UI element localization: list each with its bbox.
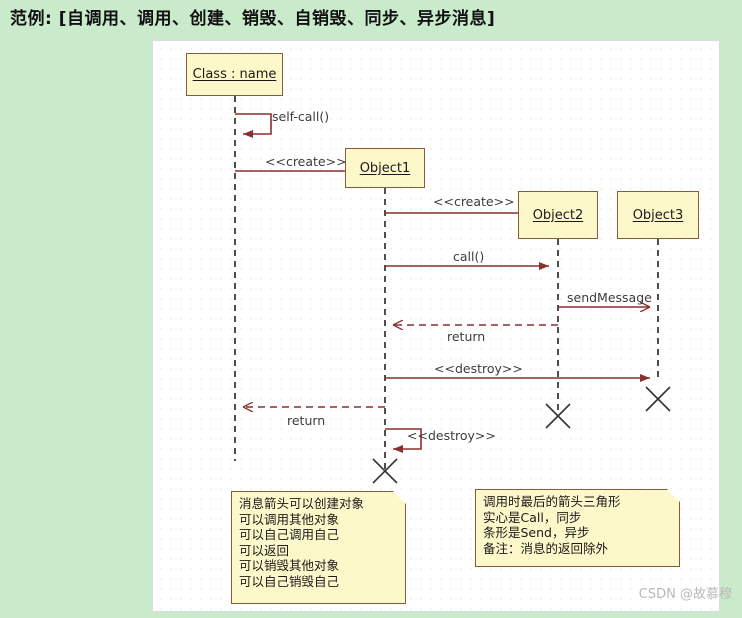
note-fold-icon-right (667, 489, 680, 502)
note-left-line-2: 可以调用其他对象 (239, 511, 340, 527)
message-label-self-destroy-object1: <<destroy>> (407, 428, 496, 443)
message-label-send-message: sendMessage (567, 290, 652, 305)
message-label-return-object2: return (447, 329, 486, 344)
note-right-line-4: 备注：消息的返回除外 (483, 540, 609, 556)
lifeline-label-class: Class : name (192, 67, 277, 82)
watermark: CSDN @故慕穆 (638, 587, 732, 602)
note-fold-icon-left (393, 491, 406, 504)
lifeline-label-object3: Object3 (632, 207, 684, 223)
message-label-create-object1: <<create>> (265, 154, 347, 169)
destruction-mark-object3 (645, 386, 671, 412)
message-label-create-object2: <<create>> (433, 194, 515, 209)
message-label-return-class: return (287, 413, 326, 428)
message-label-destroy-object3: <<destroy>> (434, 361, 523, 376)
lifeline-box-object1[interactable]: Object1 (345, 148, 425, 188)
message-label-self-call: self-call() (272, 109, 330, 124)
lifeline-label-object1: Object1 (359, 160, 411, 176)
note-right-line-1: 调用时最后的箭头三角形 (483, 494, 621, 509)
note-left-line-4: 可以返回 (239, 542, 290, 558)
page-title: 范例: [自调用、调用、创建、销毁、自销毁、同步、异步消息] (10, 9, 496, 29)
message-self-call (235, 113, 272, 138)
lifeline-box-object2[interactable]: Object2 (518, 191, 598, 239)
lifeline-label-object2: Object2 (532, 207, 584, 223)
diagram-canvas: Class : name Object1 Object2 Object3 sel… (152, 40, 720, 612)
note-left[interactable]: 消息箭头可以创建对象 可以调用其他对象 可以自己调用自己 可以返回 可以销毁其他… (231, 491, 406, 604)
destruction-mark-object1 (372, 458, 398, 484)
lifeline-box-object3[interactable]: Object3 (617, 191, 699, 239)
note-left-line-3: 可以自己调用自己 (239, 527, 340, 542)
message-label-call-object2: call() (453, 249, 485, 264)
note-right-line-3: 条形是Send，异步 (483, 525, 590, 540)
note-left-line-5: 可以销毁其他对象 (239, 558, 340, 573)
note-right-line-2: 实心是Call，同步 (483, 509, 582, 525)
lifeline-box-class[interactable]: Class : name (186, 53, 283, 96)
note-left-line-1: 消息箭头可以创建对象 (239, 496, 365, 511)
note-left-line-6: 可以自己销毁自己 (239, 573, 340, 589)
note-right[interactable]: 调用时最后的箭头三角形 实心是Call，同步 条形是Send，异步 备注：消息的… (475, 489, 680, 567)
